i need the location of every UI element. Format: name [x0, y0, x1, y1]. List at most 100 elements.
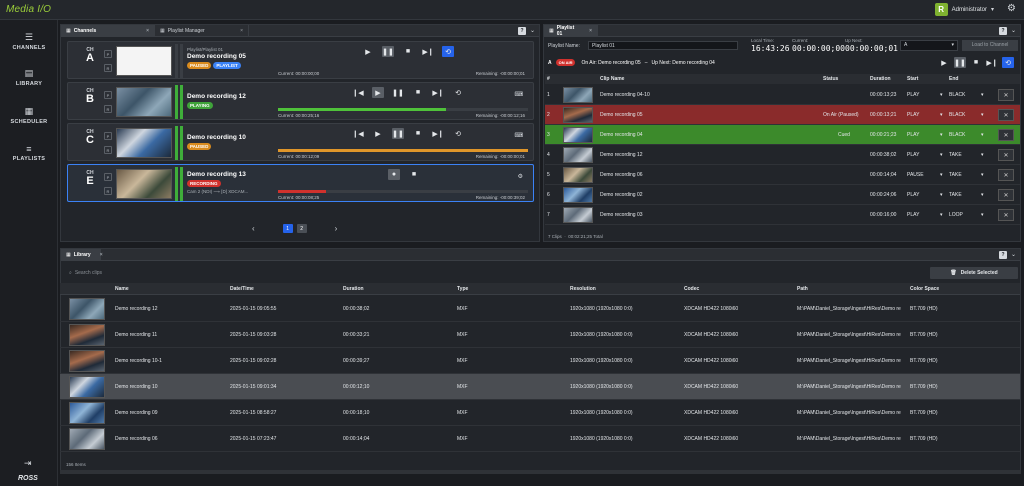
loop-icon[interactable]: ⟲ [452, 87, 464, 98]
previous-icon[interactable]: ❙◀ [352, 87, 364, 98]
record-toggle[interactable]: R [104, 64, 112, 72]
next-icon[interactable]: ▶❙ [422, 46, 434, 57]
column-header[interactable]: Type [457, 286, 468, 292]
stop-icon[interactable]: ■ [412, 128, 424, 139]
keyboard-icon[interactable]: ⌨ [514, 132, 523, 139]
table-row[interactable]: Demo recording 12 2025-01-15 09:05:55 00… [60, 296, 1020, 322]
preview-toggle[interactable]: P [104, 50, 112, 58]
help-icon[interactable]: ? [998, 250, 1007, 259]
column-header[interactable]: Name [115, 286, 129, 292]
loop-icon[interactable]: ⟲ [1002, 57, 1014, 68]
keyboard-icon[interactable]: ⌨ [514, 91, 523, 98]
help-icon[interactable]: ? [998, 26, 1007, 35]
close-icon[interactable]: × [583, 28, 592, 34]
stop-icon[interactable]: ■ [970, 57, 982, 68]
remove-icon[interactable]: ✕ [998, 189, 1014, 201]
chevron-down-icon[interactable]: ⌄ [1011, 27, 1016, 34]
channel-select[interactable]: A ▾ [900, 40, 958, 51]
remove-icon[interactable]: ✕ [998, 149, 1014, 161]
column-header[interactable]: Codec [684, 286, 699, 292]
close-icon[interactable]: × [234, 28, 243, 34]
load-to-channel-button[interactable]: Load to Channel [962, 40, 1018, 51]
loop-icon[interactable]: ⟲ [442, 46, 454, 57]
play-icon[interactable]: ▶ [372, 87, 384, 98]
chevron-down-icon[interactable]: ⌄ [1011, 251, 1016, 258]
playlist-row[interactable]: 4 Demo recording 12 00:00:38;02 PLAY ▾ TA… [545, 145, 1020, 165]
record-toggle[interactable]: R [104, 187, 112, 195]
playlist-row[interactable]: 6 Demo recording 02 00:00:24;06 PLAY ▾ TA… [545, 185, 1020, 205]
pagination: ‹ 1 2 › [252, 224, 337, 233]
sidebar-item-channels[interactable]: ☰ CHANNELS [0, 32, 58, 51]
loop-icon[interactable]: ⟲ [452, 128, 464, 139]
gear-icon[interactable]: ⚙ [518, 173, 523, 180]
next-icon[interactable]: ▶❙ [986, 57, 998, 68]
remove-icon[interactable]: ✕ [998, 109, 1014, 121]
next-icon[interactable]: ▶❙ [432, 87, 444, 98]
table-row[interactable]: Demo recording 10 2025-01-15 09:01:34 00… [60, 374, 1020, 400]
column-header[interactable]: Resolution [570, 286, 596, 292]
page-button[interactable]: 2 [296, 224, 307, 233]
playlist-row[interactable]: 2 Demo recording 05 On Air (Paused) 00:0… [545, 105, 1020, 125]
pause-icon[interactable]: ❚❚ [382, 46, 394, 57]
chevron-left-icon[interactable]: ‹ [252, 224, 255, 233]
playlist-row[interactable]: 5 Demo recording 06 00:00:14;04 PAUSE ▾ T… [545, 165, 1020, 185]
close-icon[interactable]: × [140, 28, 149, 34]
playlist-row[interactable]: 3 Demo recording 04 Cued 00:00:21;23 PLA… [545, 125, 1020, 145]
horizontal-scrollbar[interactable] [60, 470, 1021, 474]
previous-icon[interactable]: ❙◀ [352, 128, 364, 139]
remove-icon[interactable]: ✕ [998, 209, 1014, 221]
channel-row-a[interactable]: CH A P R Playlist/Playlist 01 Demo record… [67, 41, 534, 79]
help-icon[interactable]: ? [517, 26, 526, 35]
channel-row-e[interactable]: CH E P R Demo recording 13 RECORDING Cam … [67, 164, 534, 202]
tab-playlist-manager[interactable]: ▦ Playlist Manager × [155, 25, 249, 36]
table-row[interactable]: Demo recording 10-1 2025-01-15 09:02:28 … [60, 348, 1020, 374]
record-toggle[interactable]: R [104, 105, 112, 113]
preview-toggle[interactable]: P [104, 132, 112, 140]
sidebar-item-library[interactable]: ▤ LIBRARY [0, 68, 58, 87]
chevron-right-icon[interactable]: › [335, 224, 338, 233]
close-icon[interactable]: × [94, 252, 103, 258]
sidebar-item-scheduler[interactable]: ▦ SCHEDULER [0, 106, 58, 125]
playlist-name-input[interactable]: Playlist 01 [588, 41, 738, 50]
tab-library[interactable]: ▦ Library × [61, 249, 103, 260]
record-icon[interactable]: ● [388, 169, 400, 180]
table-row[interactable]: Demo recording 11 2025-01-15 09:03:28 00… [60, 322, 1020, 348]
pause-icon[interactable]: ❚❚ [392, 128, 404, 139]
logout-icon[interactable]: ⇥ [24, 458, 32, 469]
stop-icon[interactable]: ■ [402, 46, 414, 57]
table-row[interactable]: Demo recording 09 2025-01-15 08:58:27 00… [60, 400, 1020, 426]
column-header[interactable]: Duration [343, 286, 364, 292]
playlist-row[interactable]: 1 Demo recording 04-10 00:00:13;23 PLAY ▾… [545, 85, 1020, 105]
page-button[interactable]: 1 [282, 224, 293, 233]
sidebar-item-playlists[interactable]: ≡ PLAYLISTS [0, 144, 58, 162]
playlist-row[interactable]: 7 Demo recording 03 00:00:16;00 PLAY ▾ LO… [545, 205, 1020, 225]
record-toggle[interactable]: R [104, 146, 112, 154]
search-input[interactable]: ⌕ Search clips [66, 267, 266, 278]
gear-icon[interactable]: ⚙ [1007, 3, 1016, 14]
on-air-text: On Air: Demo recording 05 [581, 59, 641, 66]
preview-toggle[interactable]: P [104, 91, 112, 99]
stop-icon[interactable]: ■ [412, 87, 424, 98]
play-icon[interactable]: ▶ [372, 128, 384, 139]
column-header[interactable]: Color Space [910, 286, 939, 292]
tab-channels[interactable]: ▦ Channels × [61, 25, 155, 36]
pause-icon[interactable]: ❚❚ [392, 87, 404, 98]
pause-icon[interactable]: ❚❚ [954, 57, 966, 68]
stop-icon[interactable]: ■ [408, 169, 420, 180]
tab-playlist-01[interactable]: ▦ Playlist 01 × [544, 25, 598, 37]
play-icon[interactable]: ▶ [362, 46, 374, 57]
play-icon[interactable]: ▶ [938, 57, 950, 68]
table-row[interactable]: Demo recording 06 2025-01-15 07:23:47 00… [60, 426, 1020, 452]
remove-icon[interactable]: ✕ [998, 89, 1014, 101]
next-icon[interactable]: ▶❙ [432, 128, 444, 139]
channel-row-c[interactable]: CH C P R Demo recording 10 PAUSED ❙◀ ▶ ❚❚… [67, 123, 534, 161]
column-header[interactable]: Path [797, 286, 808, 292]
remove-icon[interactable]: ✕ [998, 129, 1014, 141]
channel-row-b[interactable]: CH B P R Demo recording 12 PLAYING ❙◀ ▶ ❚… [67, 82, 534, 120]
delete-selected-button[interactable]: 🗑 Delete Selected [930, 267, 1018, 279]
chevron-down-icon[interactable]: ⌄ [530, 27, 535, 34]
remove-icon[interactable]: ✕ [998, 169, 1014, 181]
user-menu[interactable]: R Administrator ▾ [934, 3, 994, 16]
preview-toggle[interactable]: P [104, 173, 112, 181]
column-header[interactable]: Date/Time [230, 286, 254, 292]
